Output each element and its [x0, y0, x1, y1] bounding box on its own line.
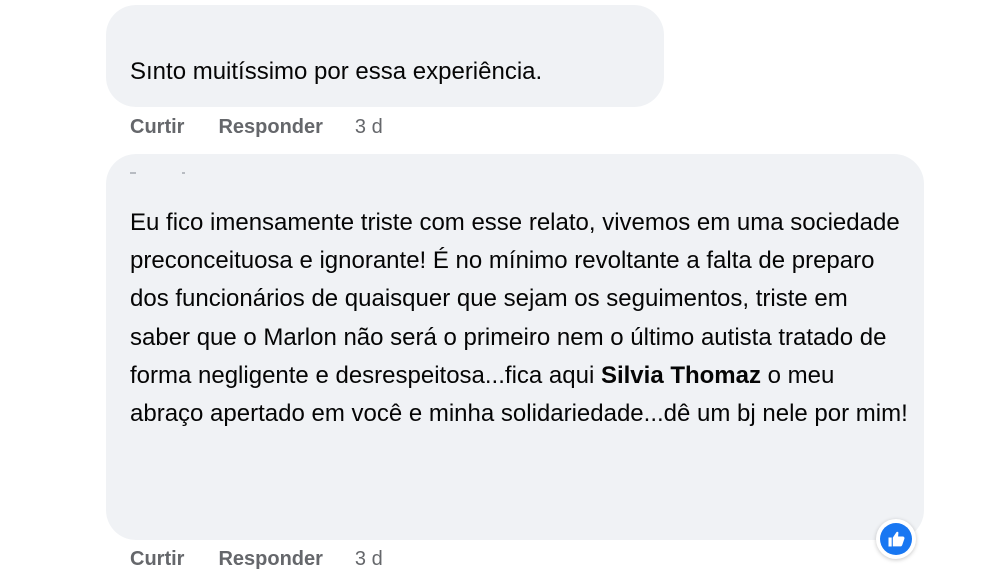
comments-thread: Sınto muitíssimo por essa experiência. C… [0, 0, 984, 576]
mention-link[interactable]: Silvia Thomaz [601, 362, 761, 389]
comment-actions: Curtir Responder 3 d [130, 545, 383, 573]
comment-bubble: Eu fico imensamente triste com esse rela… [106, 154, 924, 540]
comment-timestamp[interactable]: 3 d [355, 548, 383, 571]
author-name-redacted [130, 172, 136, 174]
comment-text: Sınto muitíssimo por essa experiência. [130, 58, 543, 85]
comment-bubble: Sınto muitíssimo por essa experiência. [106, 5, 664, 107]
reaction-badge[interactable] [876, 519, 916, 559]
like-button[interactable]: Curtir [130, 116, 184, 139]
comment-actions: Curtir Responder 3 d [130, 113, 383, 141]
comment-text: Eu fico imensamente triste com esse rela… [130, 204, 910, 433]
like-icon [880, 523, 912, 555]
reply-button[interactable]: Responder [218, 548, 322, 571]
comment-timestamp[interactable]: 3 d [355, 116, 383, 139]
reply-button[interactable]: Responder [218, 116, 322, 139]
author-name-redacted [182, 172, 185, 174]
like-button[interactable]: Curtir [130, 548, 184, 571]
